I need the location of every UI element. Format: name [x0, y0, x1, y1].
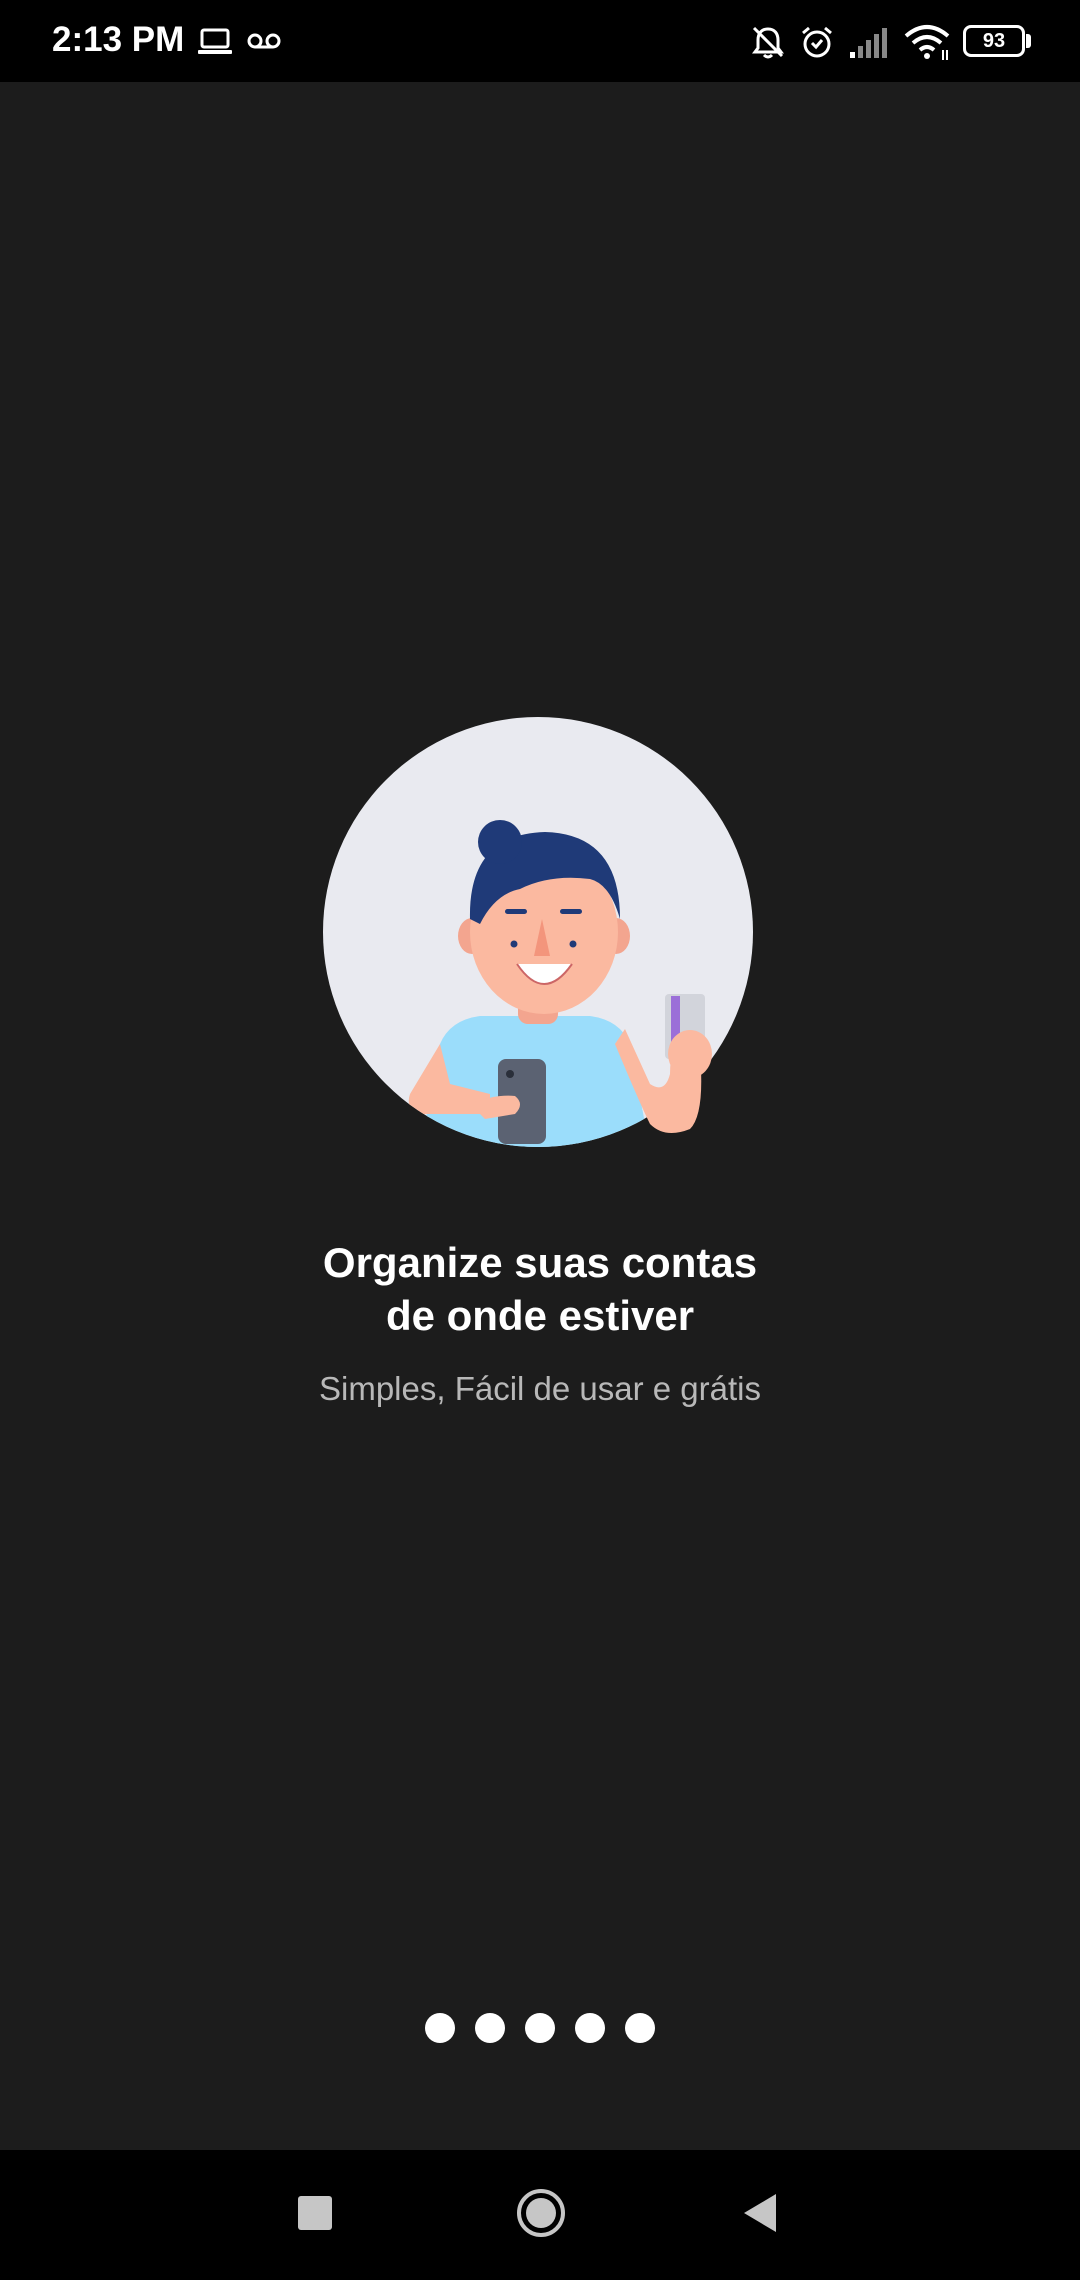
signal-icon	[850, 28, 887, 58]
home-circle-icon[interactable]	[515, 2187, 567, 2239]
page-dot-1[interactable]	[425, 2013, 455, 2043]
navigation-bar	[0, 2150, 1080, 2280]
man-with-phone-and-card-illustration	[323, 717, 753, 1147]
bell-off-icon	[752, 26, 784, 59]
title-line-1: Organize suas contas	[322, 1239, 758, 1286]
voicemail-icon	[247, 33, 281, 49]
page-dot-4[interactable]	[575, 2013, 605, 2043]
onboarding-title: Organize suas contas de onde estiver	[0, 1236, 1080, 1342]
alarm-icon	[802, 26, 832, 58]
page-dot-3[interactable]	[525, 2013, 555, 2043]
status-bar: 2:13 PM 93	[0, 0, 1080, 82]
laptop-icon	[198, 28, 232, 54]
battery-tip	[1026, 34, 1031, 48]
onboarding-subtitle: Simples, Fácil de usar e grátis	[318, 1370, 761, 1407]
battery-level: 93	[982, 29, 1006, 52]
recents-square-icon[interactable]	[297, 2195, 333, 2231]
title-line-2: de onde estiver	[385, 1292, 695, 1339]
page-indicator	[0, 2013, 1080, 2045]
wifi-icon	[904, 25, 950, 60]
back-triangle-icon[interactable]	[742, 2192, 778, 2234]
page-dot-5[interactable]	[625, 2013, 655, 2043]
page-dot-2[interactable]	[475, 2013, 505, 2043]
status-time: 2:13 PM	[52, 20, 185, 59]
